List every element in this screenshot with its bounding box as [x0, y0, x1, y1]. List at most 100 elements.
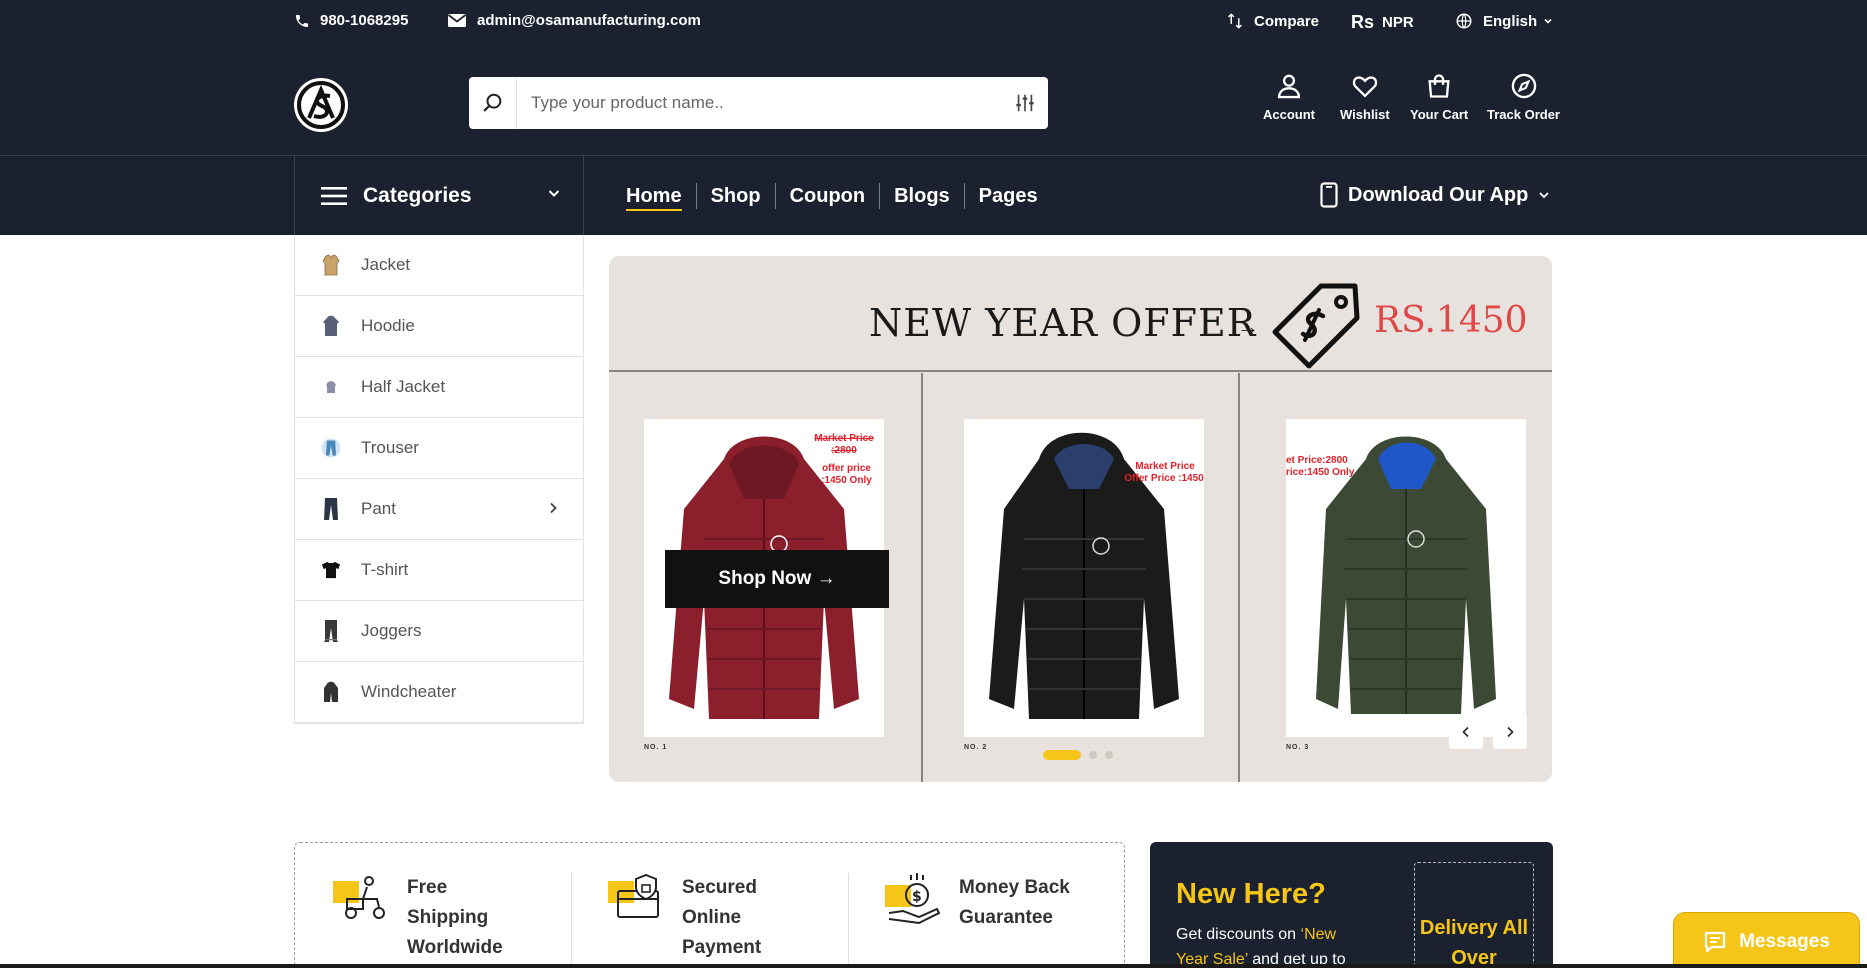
- slider-dot-active[interactable]: [1043, 750, 1081, 760]
- windcheater-icon: [321, 680, 341, 704]
- mail-icon: [447, 14, 467, 27]
- compare-link[interactable]: Compare: [1226, 12, 1319, 30]
- globe-icon: [1456, 13, 1472, 29]
- category-item-joggers[interactable]: Joggers: [295, 601, 583, 662]
- new-here-title: New Here?: [1176, 878, 1326, 910]
- nav-home[interactable]: Home: [612, 183, 696, 211]
- main-header: Account Wishlist Your Cart Track Order: [0, 60, 1867, 140]
- category-item-jacket[interactable]: Jacket: [295, 235, 583, 296]
- category-item-half-jacket[interactable]: Half Jacket: [295, 357, 583, 418]
- hoodie-icon: [321, 314, 341, 338]
- heart-icon: [1352, 76, 1378, 98]
- search-bar: [469, 77, 1048, 129]
- offer-arrow: →: [1237, 314, 1259, 339]
- nav-blogs[interactable]: Blogs: [879, 183, 964, 209]
- compass-icon: [1511, 73, 1536, 99]
- search-button[interactable]: [469, 77, 517, 129]
- svg-text:$: $: [912, 889, 922, 905]
- main-menu: Home Shop Coupon Blogs Pages: [612, 156, 1052, 236]
- new-here-text: Get discounts on ‘New Year Sale’ and get…: [1176, 926, 1346, 968]
- features-strip: Free Shipping Worldwide Secured Online P…: [294, 842, 1125, 968]
- half-jacket-icon: [321, 375, 341, 399]
- wishlist-link[interactable]: Wishlist: [1340, 72, 1390, 122]
- chevron-right-icon: [1507, 726, 1514, 738]
- currency-symbol: Rs: [1351, 12, 1375, 32]
- slider-prev-button[interactable]: [1449, 715, 1483, 749]
- offer-price-tag: Offer Price :1450: [1124, 473, 1204, 484]
- compare-label: Compare: [1254, 12, 1320, 30]
- page-bottom-border: [0, 964, 1867, 968]
- top-header: 980-1068295 admin@osamanufacturing.com C…: [0, 0, 1867, 155]
- market-price-tag: Market Price :2800: [814, 433, 874, 456]
- slider-pagination: [1043, 750, 1113, 760]
- category-item-tshirt[interactable]: T-shirt: [295, 540, 583, 601]
- product-number: NO. 3: [1286, 744, 1310, 751]
- wishlist-label: Wishlist: [1340, 107, 1390, 122]
- trouser-icon: [321, 436, 341, 460]
- feature-free-shipping: Free Shipping Worldwide: [333, 873, 527, 963]
- feature-divider: [571, 873, 572, 968]
- phone-contact[interactable]: 980-1068295: [294, 12, 408, 29]
- categories-toggle[interactable]: Categories: [294, 156, 584, 236]
- shopping-bag-icon: [1428, 74, 1450, 98]
- feature-label: Money Back Guarantee: [959, 877, 1070, 928]
- feature-label: Secured Online Payment: [682, 877, 762, 958]
- account-link[interactable]: Account: [1263, 72, 1315, 122]
- email-contact[interactable]: admin@osamanufacturing.com: [447, 12, 701, 29]
- feature-divider: [848, 873, 849, 968]
- tshirt-icon: [321, 558, 341, 582]
- compare-icon: [1228, 13, 1242, 29]
- language-selector[interactable]: English: [1455, 12, 1553, 30]
- nav-pages[interactable]: Pages: [963, 183, 1052, 209]
- money-back-icon: $: [885, 873, 941, 925]
- panel-divider: [921, 373, 923, 782]
- feature-label: Free Shipping Worldwide: [407, 877, 503, 958]
- navigation-bar: Categories Home Shop Coupon Blogs Pages …: [0, 155, 1867, 236]
- hamburger-menu-icon: [321, 187, 347, 205]
- currency-selector[interactable]: Rs NPR: [1351, 12, 1414, 33]
- phone-number: 980-1068295: [320, 12, 409, 29]
- categories-label: Categories: [363, 184, 472, 207]
- shop-now-button[interactable]: Shop Now →: [665, 550, 889, 608]
- track-order-link[interactable]: Track Order: [1487, 72, 1560, 122]
- search-input[interactable]: [517, 83, 1002, 123]
- track-order-label: Track Order: [1487, 107, 1560, 122]
- hero-banner: NEW YEAR OFFER → RS.1450 Market Price :2…: [609, 256, 1552, 782]
- slider-dot[interactable]: [1105, 751, 1113, 759]
- download-app-dropdown[interactable]: Download Our App: [1320, 182, 1550, 208]
- site-logo[interactable]: [294, 78, 348, 132]
- chevron-down-icon: [548, 190, 560, 197]
- product-image-3[interactable]: et Price:2800 rice:1450 Only: [1286, 419, 1526, 737]
- product-image-2[interactable]: Market Price Offer Price :1450: [964, 419, 1204, 737]
- slider-dot[interactable]: [1089, 751, 1097, 759]
- product-number: NO. 1: [644, 744, 668, 751]
- contact-bar: 980-1068295 admin@osamanufacturing.com C…: [0, 0, 1867, 44]
- offer-price-tag: offer price :1450 Only: [821, 463, 872, 486]
- messages-label: Messages: [1739, 931, 1830, 952]
- chevron-left-icon: [1462, 726, 1469, 738]
- currency-code: NPR: [1382, 14, 1414, 31]
- category-item-windcheater[interactable]: Windcheater: [295, 662, 583, 723]
- category-item-pant[interactable]: Pant: [295, 479, 583, 540]
- messages-chat-button[interactable]: Messages: [1673, 912, 1860, 968]
- offer-price-tag: rice:1450 Only: [1286, 467, 1355, 478]
- nav-coupon[interactable]: Coupon: [774, 183, 880, 209]
- price-tag-icon: [1272, 283, 1360, 369]
- delivery-label: Delivery All Over: [1419, 917, 1529, 968]
- filter-button[interactable]: [1002, 77, 1048, 129]
- category-item-trouser[interactable]: Trouser: [295, 418, 583, 479]
- secure-payment-icon: [608, 873, 659, 918]
- download-app-label: Download Our App: [1348, 183, 1529, 206]
- category-item-hoodie[interactable]: Hoodie: [295, 296, 583, 357]
- category-list: Jacket Hoodie Half Jacket Trouser Pant T…: [294, 235, 584, 724]
- market-price-tag: Market Price: [1135, 461, 1195, 472]
- nav-shop[interactable]: Shop: [695, 183, 775, 209]
- feature-money-back: $ Money Back Guarantee: [885, 873, 1089, 933]
- jacket-icon: [321, 253, 341, 277]
- cart-link[interactable]: Your Cart: [1410, 72, 1468, 122]
- slider-next-button[interactable]: [1493, 715, 1527, 749]
- new-here-promo: New Here? Get discounts on ‘New Year Sal…: [1150, 842, 1553, 968]
- product-number: NO. 2: [964, 744, 988, 751]
- filter-sliders-icon: [1016, 94, 1034, 112]
- pant-icon: [321, 497, 341, 521]
